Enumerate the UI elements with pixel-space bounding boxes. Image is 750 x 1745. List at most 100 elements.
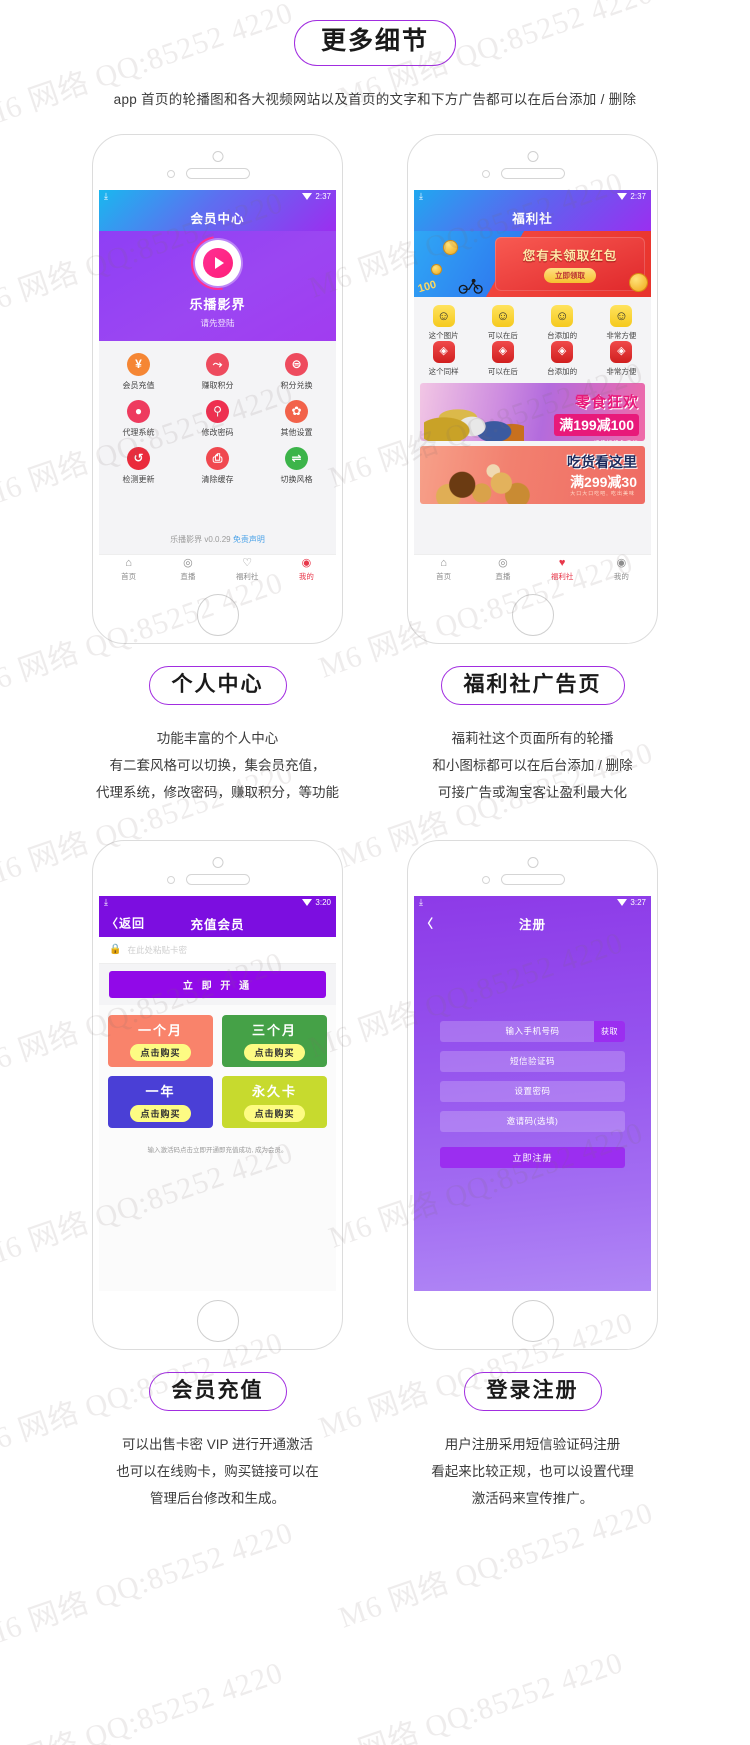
goods-image xyxy=(424,388,524,441)
card-code-input[interactable]: 🔒 在此处粘贴卡密 xyxy=(99,936,336,964)
welfare-icon-item[interactable]: ☺ 台添加的 xyxy=(533,304,592,341)
tab-label: 直播 xyxy=(495,571,511,581)
disclaimer-link[interactable]: 免责声明 xyxy=(233,535,265,544)
caption-line: 可以出售卡密 VIP 进行开通激活 xyxy=(121,1436,314,1452)
banner-snack-carnival[interactable]: 零食狂欢 满199减100 超值好货免费送 xyxy=(420,382,645,441)
welfare-icon-item[interactable]: ☺ 可以在后 xyxy=(473,304,532,341)
status-bar: ⤓ 2:37 xyxy=(414,190,651,204)
camera-icon xyxy=(212,150,223,162)
tab-profile[interactable]: ◉ 我的 xyxy=(277,555,336,585)
tab-home[interactable]: ⌂ 首页 xyxy=(99,555,158,585)
redpacket-claim-button[interactable]: 立即领取 xyxy=(544,267,596,283)
phone-cell-recharge: ⤓ 3:20 〈返回 充值会员 🔒 在此处粘贴卡密 立 即 开 通 一个月 点击… xyxy=(90,839,345,1512)
grid-label: 修改密码 xyxy=(201,427,234,437)
activate-button[interactable]: 立 即 开 通 xyxy=(109,970,326,998)
phone-number-field[interactable]: 输入手机号码 获取 xyxy=(440,1020,625,1042)
plan-buy-button[interactable]: 点击购买 xyxy=(244,1105,305,1123)
tab-live[interactable]: ◎ 直播 xyxy=(473,555,532,585)
tab-welfare[interactable]: ♥ 福利社 xyxy=(533,555,592,585)
banner-badge: 100 xyxy=(416,278,438,295)
plan-cards: 一个月 点击购买 三个月 点击购买 一年 点击购买 永久卡 点击购买 xyxy=(99,1005,336,1128)
grid-item-exchange-points[interactable]: ⊜ 积分兑换 xyxy=(257,352,336,400)
phone-top-bezel xyxy=(93,841,342,896)
phone-frame-register: ⤓ 3:27 〈 注册 输入手机号码 获取 短信验证码 设置密码 邀请码(选填)… xyxy=(407,839,658,1350)
home-button[interactable] xyxy=(196,1299,239,1342)
welfare-icon-item[interactable]: ◈ 台添加的 xyxy=(533,340,592,377)
invite-code-field[interactable]: 邀请码(选填) xyxy=(440,1110,625,1132)
grid-item-check-update[interactable]: ↺ 检测更新 xyxy=(99,446,178,494)
sensor-icon xyxy=(482,169,490,178)
goods-image xyxy=(430,448,545,504)
grid-item-clear-cache[interactable]: ⎙ 清除缓存 xyxy=(178,446,257,494)
tab-home[interactable]: ⌂ 首页 xyxy=(414,555,473,585)
caption-line: 可接广告或淘宝客让盈利最大化 xyxy=(438,784,627,800)
sensor-icon xyxy=(167,875,175,884)
login-prompt[interactable]: 请先登陆 xyxy=(99,317,336,329)
smiley-icon: ☺ xyxy=(610,304,633,327)
diamond-icon: ◈ xyxy=(551,340,574,363)
welfare-icon-item[interactable]: ◈ 可以在后 xyxy=(473,340,532,377)
navbar-title: 充值会员 xyxy=(190,917,245,932)
smiley-icon: ☺ xyxy=(551,304,574,327)
home-button[interactable] xyxy=(511,1299,554,1342)
sms-code-field[interactable]: 短信验证码 xyxy=(440,1050,625,1072)
back-button[interactable]: 〈返回 xyxy=(106,915,145,932)
status-bar: ⤓ 3:27 xyxy=(414,896,651,910)
grid-item-recharge[interactable]: ¥ 会员充值 xyxy=(99,352,178,400)
tab-label: 福利社 xyxy=(235,571,259,581)
plan-buy-button[interactable]: 点击购买 xyxy=(244,1044,305,1062)
tab-label: 我的 xyxy=(613,571,629,581)
caption-line: 代理系统，修改密码，赚取积分，等功能 xyxy=(96,784,339,800)
phone-top-bezel xyxy=(408,135,657,190)
welfare-icon-item[interactable]: ☺ 非常方便 xyxy=(592,304,651,341)
tab-label: 首页 xyxy=(436,571,452,581)
banner-foodie[interactable]: 吃货看这里 满299减30 大口大口吃吧, 吃出美味 xyxy=(420,445,645,504)
diamond-icon: ◈ xyxy=(491,340,514,363)
home-button[interactable] xyxy=(511,593,554,636)
plan-buy-button[interactable]: 点击购买 xyxy=(130,1105,191,1123)
grid-item-other-settings[interactable]: ✿ 其他设置 xyxy=(257,399,336,447)
plan-card-one-year[interactable]: 一年 点击购买 xyxy=(108,1075,213,1128)
grid-item-agent-system[interactable]: ● 代理系统 xyxy=(99,399,178,447)
sms-code-placeholder: 短信验证码 xyxy=(509,1056,555,1067)
swap-icon: ⇌ xyxy=(285,446,308,470)
plan-title: 一个月 xyxy=(137,1023,183,1039)
phone-bottom-bezel xyxy=(408,585,657,643)
tab-profile[interactable]: ◉ 我的 xyxy=(592,555,651,585)
back-button[interactable]: 〈 xyxy=(421,915,434,932)
camera-icon xyxy=(212,856,223,868)
password-field[interactable]: 设置密码 xyxy=(440,1080,625,1102)
download-icon: ⤓ xyxy=(104,191,108,201)
caption-line: 管理后台修改和生成。 xyxy=(150,1490,285,1506)
sensor-icon xyxy=(482,875,490,884)
get-code-button[interactable]: 获取 xyxy=(594,1020,625,1042)
home-button[interactable] xyxy=(196,593,239,636)
phone-bottom-bezel xyxy=(93,1291,342,1349)
welfare-icon-item[interactable]: ◈ 非常方便 xyxy=(592,340,651,377)
plan-card-three-months[interactable]: 三个月 点击购买 xyxy=(222,1014,327,1067)
caption-line: 有二套风格可以切换，集会员充值， xyxy=(109,757,326,773)
plan-card-one-month[interactable]: 一个月 点击购买 xyxy=(108,1014,213,1067)
navbar-register: 〈 注册 xyxy=(414,910,651,937)
navbar-member-center: 会员中心 xyxy=(99,204,336,231)
member-center-header: ⤓ 2:37 会员中心 xyxy=(99,189,336,231)
tab-welfare[interactable]: ♡ 福利社 xyxy=(218,555,277,585)
plan-card-permanent[interactable]: 永久卡 点击购买 xyxy=(222,1075,327,1128)
tab-bar-member-center: ⌂ 首页 ◎ 直播 ♡ 福利社 ◉ 我的 xyxy=(99,553,336,585)
register-submit-button[interactable]: 立即注册 xyxy=(440,1146,625,1168)
tab-live[interactable]: ◎ 直播 xyxy=(158,555,217,585)
welfare-icon-item[interactable]: ☺ 这个图片 xyxy=(414,304,473,341)
grid-item-earn-points[interactable]: ⤳ 赚取积分 xyxy=(178,352,257,400)
red-envelope[interactable]: 您有未领取红包 立即领取 xyxy=(495,236,645,291)
sensor-icon xyxy=(167,169,175,178)
broom-icon: ⎙ xyxy=(206,446,229,470)
plan-buy-button[interactable]: 点击购买 xyxy=(130,1044,191,1062)
banner-redpacket[interactable]: 100 您有未领取红包 立即领取 xyxy=(414,230,651,297)
caption-line: 激活码来宣传推广。 xyxy=(471,1490,594,1506)
grid-item-change-password[interactable]: ⚲ 修改密码 xyxy=(178,399,257,447)
caption-line: 福莉社这个页面所有的轮播 xyxy=(451,730,614,746)
screen-welfare: ⤓ 2:37 福利社 100 您有未领取红包 立即领取 ☺ 这个图片 ☺ 可以在… xyxy=(414,189,651,585)
grid-item-switch-style[interactable]: ⇌ 切换风格 xyxy=(257,446,336,494)
bicycle-icon xyxy=(458,278,483,294)
welfare-icon-item[interactable]: ◈ 这个同样 xyxy=(414,340,473,377)
